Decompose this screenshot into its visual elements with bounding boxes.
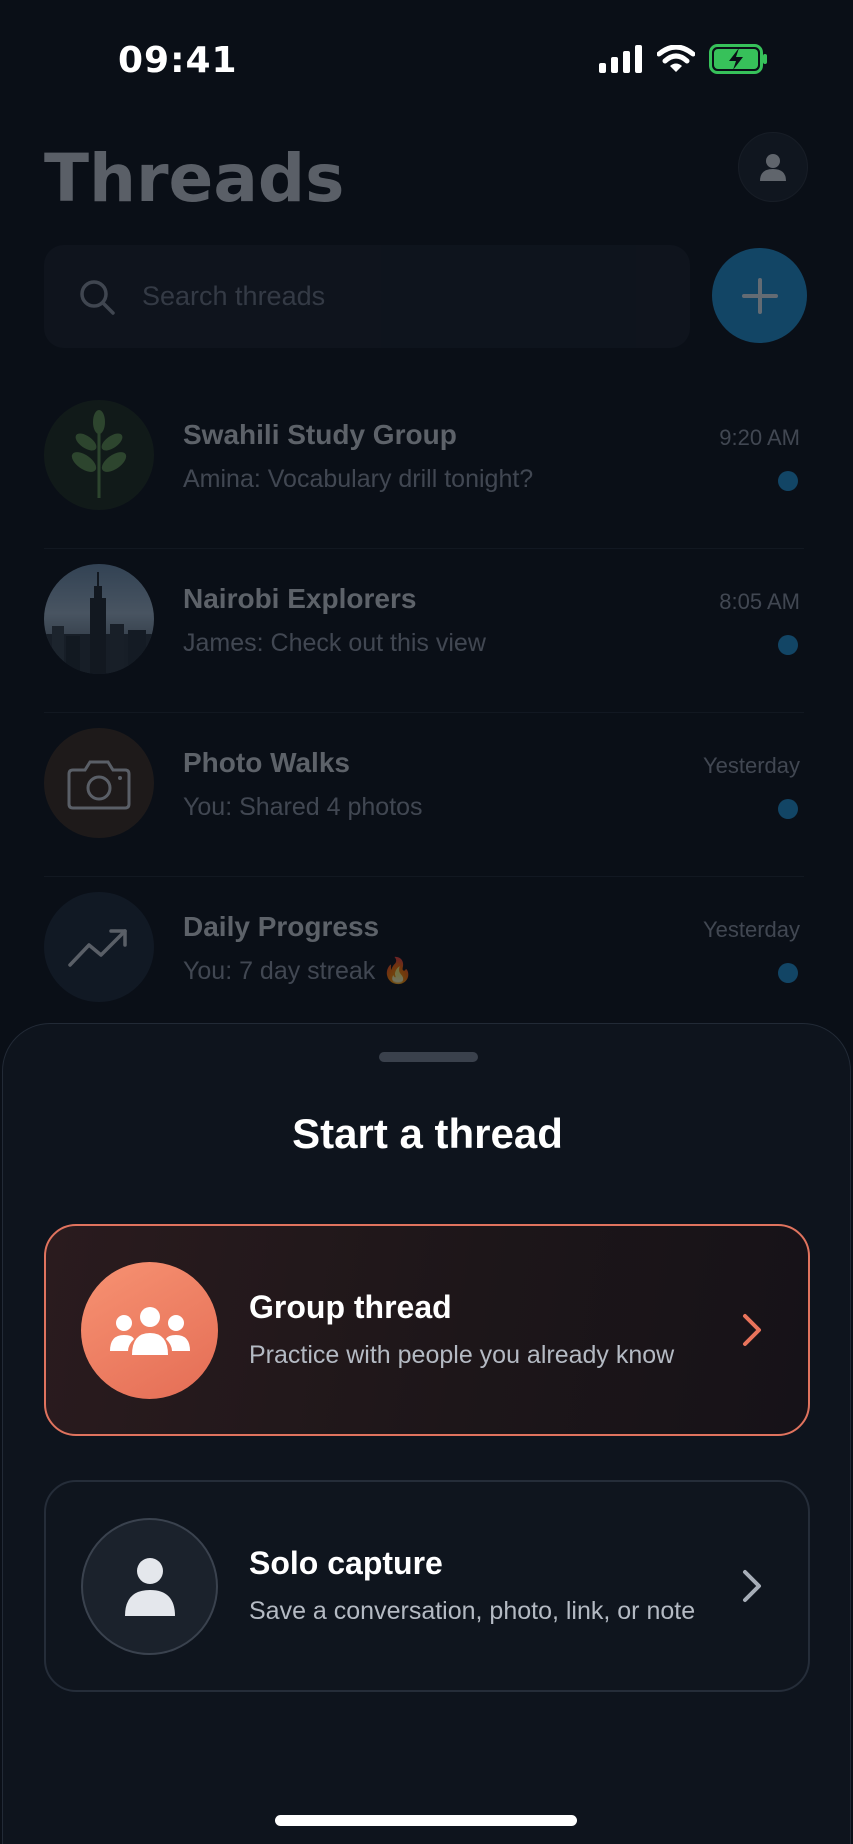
chevron-right-icon xyxy=(743,1314,761,1346)
person-icon-badge xyxy=(81,1518,218,1655)
thread-avatar xyxy=(44,564,154,674)
thread-preview: James: Check out this view xyxy=(183,629,486,657)
profile-button[interactable] xyxy=(738,132,808,202)
option-description: Practice with people you already know xyxy=(249,1341,675,1369)
thread-time: Yesterday xyxy=(702,753,800,778)
thread-avatar xyxy=(44,728,154,838)
thread-time: 9:20 AM xyxy=(719,425,800,450)
unread-indicator xyxy=(778,471,798,491)
thread-avatar xyxy=(44,400,154,510)
thread-preview: Amina: Vocabulary drill tonight? xyxy=(183,465,534,493)
search-placeholder: Search threads xyxy=(142,281,326,311)
sheet-grabber[interactable] xyxy=(379,1052,478,1062)
thread-list: Swahili Study Group Amina: Vocabulary dr… xyxy=(44,385,804,1041)
thread-row[interactable]: Swahili Study Group Amina: Vocabulary dr… xyxy=(44,385,804,549)
solo-capture-option[interactable]: Solo capture Save a conversation, photo,… xyxy=(44,1480,810,1692)
option-description: Save a conversation, photo, link, or not… xyxy=(249,1597,696,1625)
status-bar: 09:41 xyxy=(0,0,853,120)
thread-name: Photo Walks xyxy=(183,747,350,778)
trending-up-icon xyxy=(68,929,127,967)
home-indicator[interactable] xyxy=(275,1815,577,1826)
app-screen: 09:41 Threads Search threads Swahili Stu… xyxy=(0,0,853,1844)
thread-name: Daily Progress xyxy=(183,911,380,942)
page-title: Threads xyxy=(44,140,345,217)
search-icon xyxy=(80,279,115,315)
cellular-signal-icon xyxy=(599,45,642,73)
group-icon xyxy=(109,1306,190,1355)
new-thread-button[interactable] xyxy=(712,248,807,343)
thread-row[interactable]: Nairobi Explorers James: Check out this … xyxy=(44,549,804,713)
search-input[interactable]: Search threads xyxy=(44,245,690,348)
sheet-title: Start a thread xyxy=(292,1110,563,1157)
thread-name: Nairobi Explorers xyxy=(183,583,417,614)
group-icon-badge xyxy=(81,1262,218,1399)
chevron-right-icon xyxy=(743,1570,761,1602)
option-title: Solo capture xyxy=(249,1545,443,1581)
group-thread-option[interactable]: Group thread Practice with people you al… xyxy=(44,1224,810,1436)
status-icons xyxy=(599,44,769,74)
option-title: Group thread xyxy=(249,1289,452,1325)
city-skyline-photo xyxy=(44,572,154,674)
thread-time: 8:05 AM xyxy=(719,589,800,614)
thread-preview: You: 7 day streak 🔥 xyxy=(183,957,414,985)
thread-row[interactable]: Photo Walks You: Shared 4 photos Yesterd… xyxy=(44,713,804,877)
battery-charging-icon xyxy=(709,44,767,74)
person-icon xyxy=(124,1557,175,1616)
thread-row[interactable]: Daily Progress You: 7 day streak 🔥 Yeste… xyxy=(44,877,804,1041)
camera-icon xyxy=(67,760,131,810)
unread-indicator xyxy=(778,799,798,819)
start-thread-sheet: Start a thread Group thread Practice wit… xyxy=(2,1023,851,1844)
plus-icon xyxy=(741,277,778,314)
thread-time: Yesterday xyxy=(702,917,800,942)
unread-indicator xyxy=(778,635,798,655)
unread-indicator xyxy=(778,963,798,983)
status-time: 09:41 xyxy=(118,40,238,81)
thread-avatar xyxy=(44,892,154,1002)
thread-preview: You: Shared 4 photos xyxy=(183,793,423,821)
thread-name: Swahili Study Group xyxy=(183,419,457,450)
plant-icon xyxy=(71,410,127,498)
person-icon xyxy=(760,154,786,181)
wifi-icon xyxy=(657,45,695,72)
